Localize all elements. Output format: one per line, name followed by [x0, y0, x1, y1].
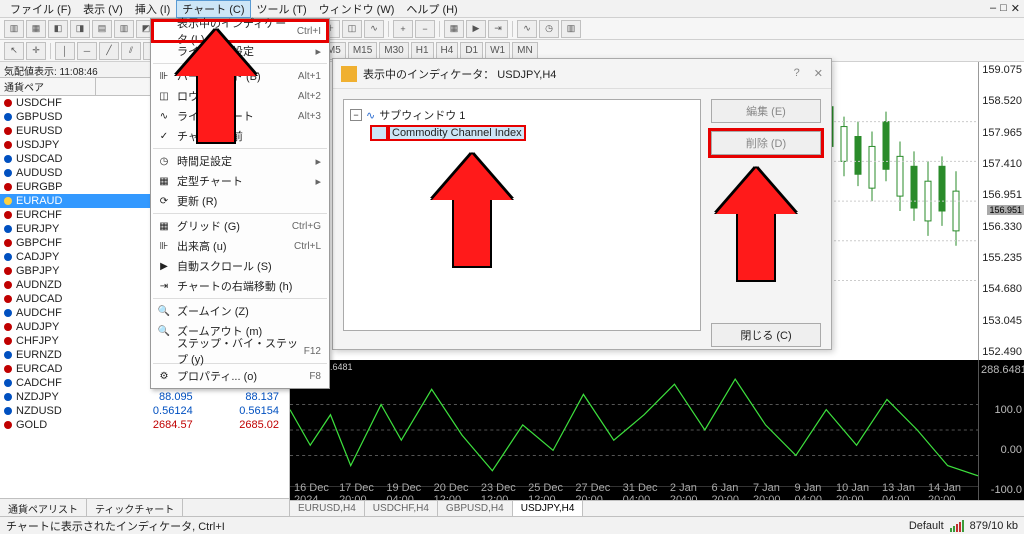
menu-item[interactable]: ▦定型チャート▸ [153, 171, 327, 191]
annotation-arrow-delete [716, 168, 796, 282]
subwindow-icon: ∿ [366, 109, 375, 122]
indicator-tree[interactable]: − ∿ サブウィンドウ 1 Commodity Channel Index [343, 99, 701, 331]
menu-view[interactable]: 表示 (V) [77, 0, 129, 18]
dialog-icon [341, 66, 357, 82]
connection-icon [950, 520, 964, 532]
navigator-icon[interactable]: ◨ [70, 20, 90, 38]
menu-window[interactable]: ウィンドウ (W) [313, 0, 401, 18]
menu-item[interactable]: ⊪出来高 (u)Ctrl+L [153, 236, 327, 256]
tile-icon[interactable]: ▦ [444, 20, 464, 38]
shift-icon[interactable]: ⇥ [488, 20, 508, 38]
trendline-icon[interactable]: ╱ [99, 42, 119, 60]
menu-insert[interactable]: 挿入 (I) [129, 0, 176, 18]
data-window-icon[interactable]: ▤ [92, 20, 112, 38]
zoom-in-icon[interactable]: + [393, 20, 413, 38]
cursor-icon[interactable]: ↖ [4, 42, 24, 60]
menu-item[interactable]: ◷時間足設定▸ [153, 151, 327, 171]
edit-button[interactable]: 編集 (E) [711, 99, 821, 123]
col-symbol[interactable]: 通貨ペア [0, 78, 96, 95]
candle-chart-icon[interactable]: ◫ [342, 20, 362, 38]
zoom-out-icon[interactable]: − [415, 20, 435, 38]
menu-item[interactable]: ▶自動スクロール (S) [153, 256, 327, 276]
indicators-icon[interactable]: ∿ [517, 20, 537, 38]
indicator-icon [372, 127, 386, 139]
delete-button[interactable]: 削除 (D) [711, 131, 821, 155]
market-watch-icon[interactable]: ◧ [48, 20, 68, 38]
new-chart-icon[interactable]: ▥ [4, 20, 24, 38]
menu-help[interactable]: ヘルプ (H) [400, 0, 463, 18]
annotation-arrow-tree [432, 154, 512, 268]
maximize-icon[interactable]: □ [1000, 2, 1007, 15]
symbol-row-gold[interactable]: GOLD2684.572685.02 [0, 418, 289, 432]
cci-subwindow[interactable]: CCI -151.6481 288.6481100.00.00-100.0 16… [290, 360, 1024, 500]
status-bar: チャートに表示されたインディケータ, Ctrl+I Default 879/10… [0, 516, 1024, 534]
minimize-icon[interactable]: – [990, 2, 996, 15]
hline-icon[interactable]: ─ [77, 42, 97, 60]
menu-item[interactable]: ステップ・バイ・ステップ (y)F12 [153, 341, 327, 361]
menu-item[interactable]: ⇥チャートの右端移動 (h) [153, 276, 327, 296]
dialog-close-icon[interactable]: ✕ [814, 67, 823, 80]
periodicity-icon[interactable]: ◷ [539, 20, 559, 38]
menu-item[interactable]: ▦グリッド (G)Ctrl+G [153, 216, 327, 236]
vline-icon[interactable]: │ [55, 42, 75, 60]
tree-collapse-icon[interactable]: − [350, 109, 362, 121]
tf-d1[interactable]: D1 [460, 42, 483, 60]
status-profile: Default [909, 520, 944, 532]
menu-item[interactable]: ⟳更新 (R) [153, 191, 327, 211]
close-button[interactable]: 閉じる (C) [711, 323, 821, 347]
menu-item[interactable]: ⚙プロパティ... (o)F8 [153, 366, 327, 386]
annotation-arrow-menu [176, 30, 256, 144]
menu-item[interactable]: 🔍ズームイン (Z) [153, 301, 327, 321]
tree-root-label[interactable]: サブウィンドウ 1 [379, 107, 465, 123]
tf-h1[interactable]: H1 [411, 42, 434, 60]
tf-m30[interactable]: M30 [379, 42, 408, 60]
tf-m15[interactable]: M15 [348, 42, 377, 60]
status-traffic: 879/10 kb [970, 520, 1018, 532]
tree-item-cci[interactable]: Commodity Channel Index [390, 127, 524, 139]
help-icon[interactable]: ? [794, 67, 800, 80]
autoscroll-icon[interactable]: ▶ [466, 20, 486, 38]
profiles-icon[interactable]: ▦ [26, 20, 46, 38]
templates-icon[interactable]: ▥ [561, 20, 581, 38]
line-chart-icon[interactable]: ∿ [364, 20, 384, 38]
close-icon[interactable]: ✕ [1011, 2, 1020, 15]
tf-h4[interactable]: H4 [436, 42, 459, 60]
tf-w1[interactable]: W1 [485, 42, 510, 60]
channel-icon[interactable]: ⫽ [121, 42, 141, 60]
price-now: 156.951 [987, 205, 1024, 215]
terminal-icon[interactable]: ▥ [114, 20, 134, 38]
tf-mn[interactable]: MN [512, 42, 538, 60]
symbol-row-nzdusd[interactable]: NZDUSD0.561240.56154 [0, 404, 289, 418]
menubar: ファイル (F) 表示 (V) 挿入 (I) チャート (C) ツール (T) … [0, 0, 1024, 18]
status-hint: チャートに表示されたインディケータ, Ctrl+I [6, 518, 225, 534]
menu-file[interactable]: ファイル (F) [4, 0, 77, 18]
symbol-row-nzdjpy[interactable]: NZDJPY88.09588.137 [0, 390, 289, 404]
crosshair-icon[interactable]: ✛ [26, 42, 46, 60]
dialog-title: 表示中のインディケータ： USDJPY,H4 [363, 66, 556, 82]
